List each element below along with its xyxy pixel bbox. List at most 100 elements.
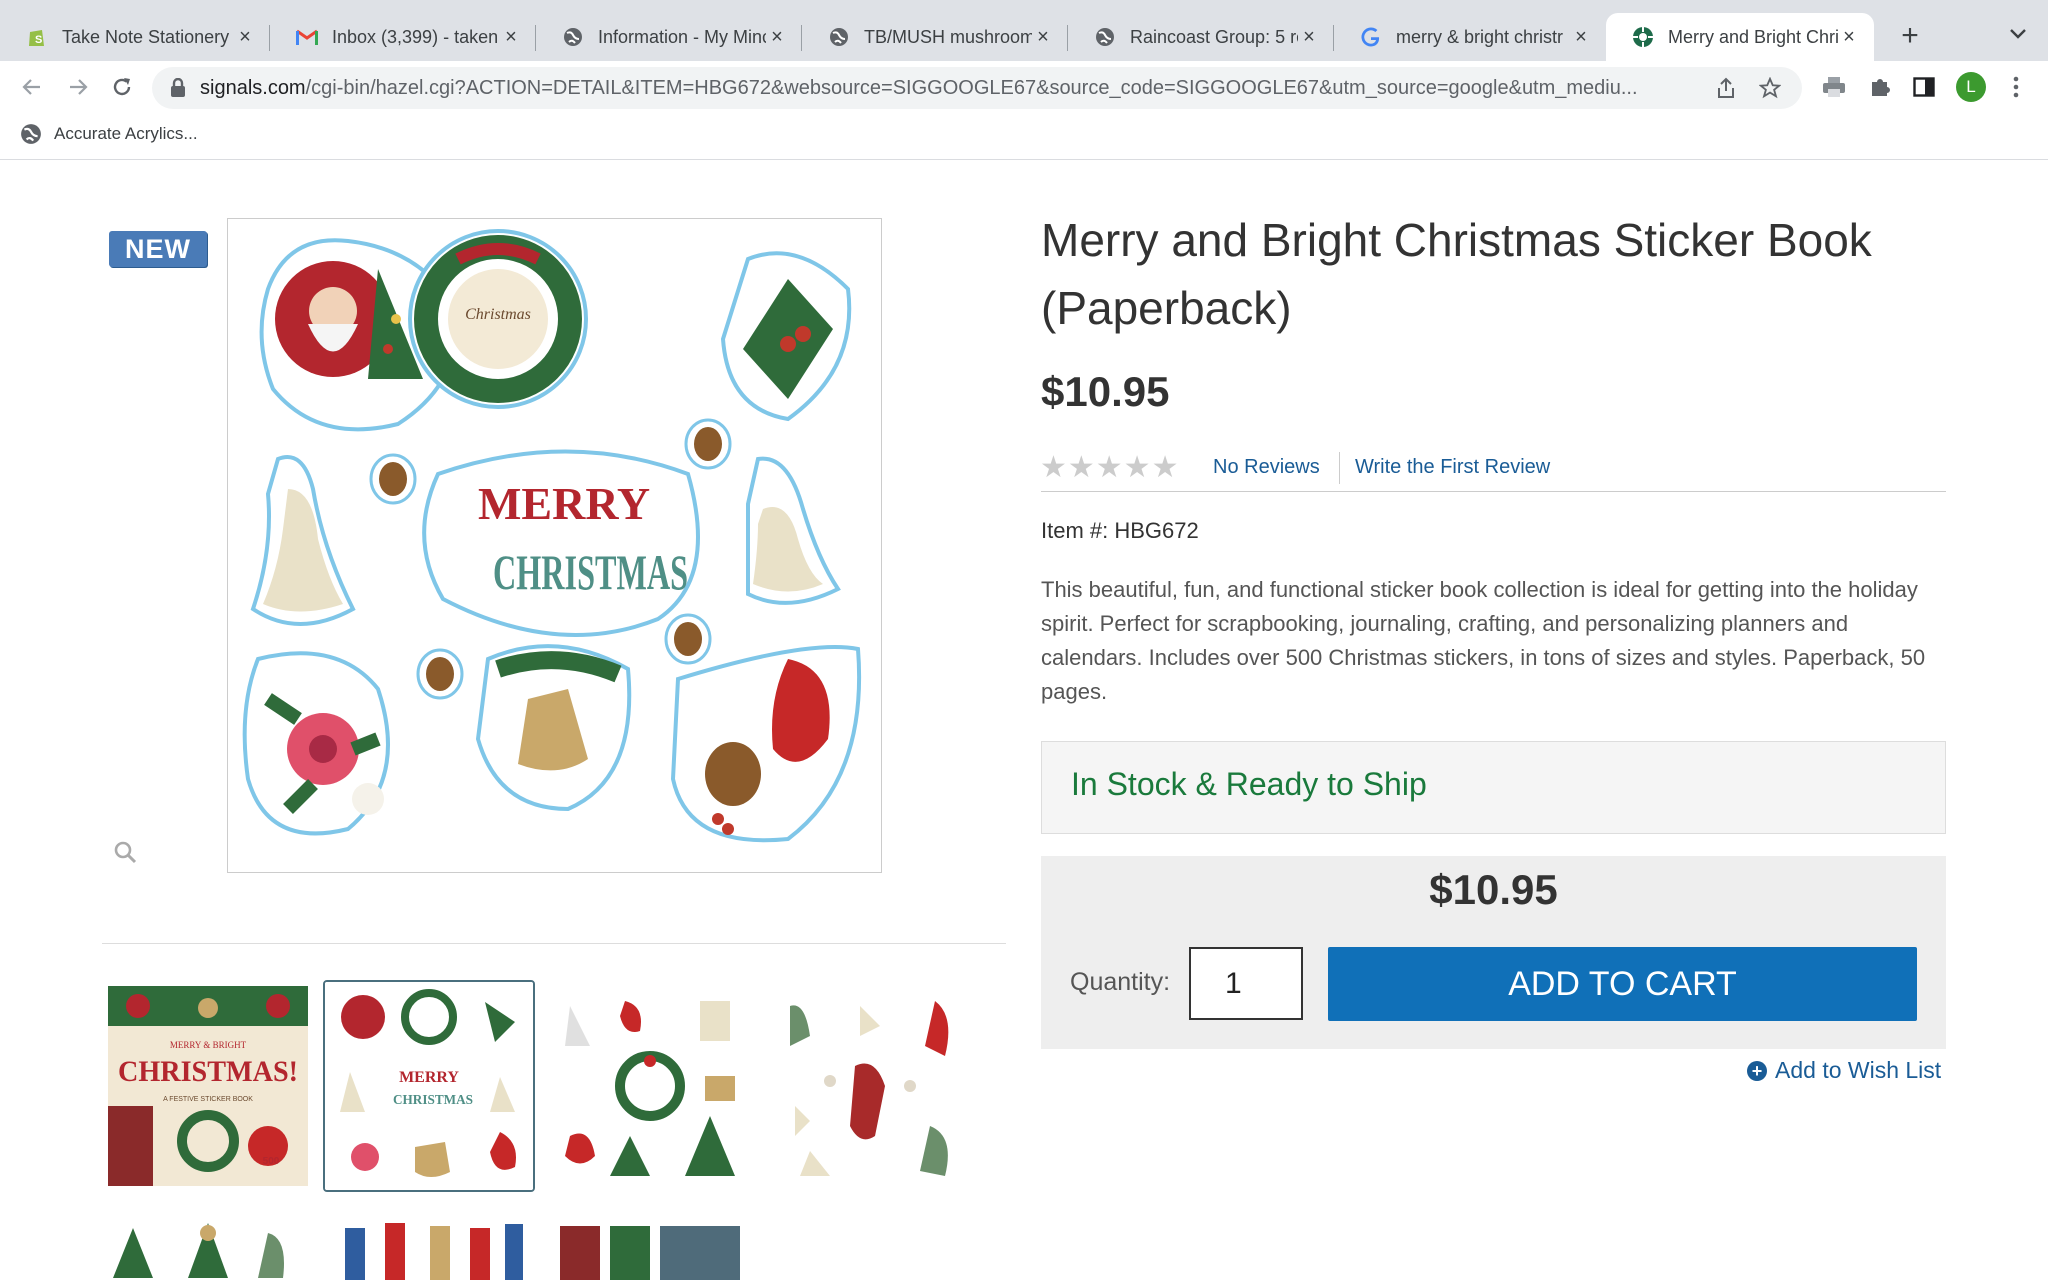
product-price: $10.95 [1041,368,1170,415]
signals-icon [1632,26,1654,48]
tab-title: merry & bright christr [1396,26,1564,47]
sticker-sheet-thumbnail: MERRY CHRISTMAS [325,982,533,1190]
browser-toolbar: signals.com/cgi-bin/hazel.cgi?ACTION=DET… [0,61,2048,113]
new-tab-button[interactable]: + [1892,16,1928,56]
rating-stars: ★★★★★ [1040,451,1180,484]
tab-strip: S Take Note Stationery × Inbox (3,399) -… [0,0,2048,61]
thumbnail-stickers-5[interactable] [330,1218,530,1280]
side-panel-icon[interactable] [1908,71,1940,103]
gmail-icon [296,26,318,48]
divider [1339,452,1340,484]
plus-circle-icon: + [1747,1060,1767,1081]
stock-status: In Stock & Ready to Ship [1071,766,1427,802]
globe-icon [562,26,584,48]
thumbnail-stickers-4[interactable] [108,1218,308,1280]
bookmark-star-icon[interactable] [1758,76,1782,100]
printer-extension-icon[interactable] [1818,71,1850,103]
add-to-cart-panel: $10.95 Quantity: ADD TO CART [1041,856,1946,1049]
google-icon [1360,26,1382,48]
add-to-wish-list-link[interactable]: + Add to Wish List [1747,1057,1941,1084]
arrow-left-icon [22,79,40,95]
lock-icon [171,78,185,97]
forward-button[interactable] [58,67,98,107]
close-icon[interactable]: × [234,26,256,49]
address-bar[interactable]: signals.com/cgi-bin/hazel.cgi?ACTION=DET… [152,67,1802,109]
close-icon[interactable]: × [1838,26,1860,49]
reload-icon [113,78,131,96]
svg-text:Christmas: Christmas [465,306,531,323]
tab-search-button[interactable] [2004,20,2032,52]
wish-list-label: Add to Wish List [1775,1057,1942,1083]
product-description: This beautiful, fun, and functional stic… [1041,577,1926,704]
zoom-icon[interactable] [113,840,139,866]
svg-text:MERRY: MERRY [399,1069,459,1086]
cart-price: $10.95 [1429,866,1558,913]
tab-title: TB/MUSH mushroom, [864,26,1032,47]
sticker-sheet-illustration: Christmas MERRY CHRISTMAS [242,229,862,843]
svg-text:CHRISTMAS: CHRISTMAS [393,1093,473,1108]
sticker-sheet-thumbnail [550,986,750,1186]
sticker-sheet-thumbnail [330,1218,530,1280]
bookmarks-bar: Accurate Acrylics... [0,113,2048,160]
shopify-icon: S [26,26,48,48]
svg-text:500: 500 [263,1156,280,1167]
write-review-link[interactable]: Write the First Review [1355,456,1550,479]
thumbnail-stickers-3[interactable] [770,986,970,1186]
tab-title: Raincoast Group: 5 re [1130,26,1298,47]
close-icon[interactable]: × [1570,26,1592,49]
tab-information[interactable]: Information - My Minc × [536,13,802,61]
sticker-sheet-thumbnail [550,1218,750,1280]
tab-take-note[interactable]: S Take Note Stationery × [0,13,270,61]
thumbnail-stickers-6[interactable] [550,1218,750,1280]
svg-text:MERRY: MERRY [478,478,650,529]
thumbnail-stickers-1[interactable]: MERRY CHRISTMAS [323,980,535,1192]
thumbnail-stickers-2[interactable] [550,986,750,1186]
globe-icon [828,26,850,48]
svg-text:A FESTIVE STICKER BOOK: A FESTIVE STICKER BOOK [163,1096,253,1103]
bookmark-label: Accurate Acrylics... [54,124,198,143]
share-icon[interactable] [1714,76,1738,100]
add-to-cart-button[interactable]: ADD TO CART [1328,947,1917,1021]
puzzle-extensions-icon[interactable] [1864,71,1896,103]
close-icon[interactable]: × [1032,26,1054,49]
tab-merry-bright[interactable]: Merry and Bright Chri × [1606,13,1874,61]
svg-text:S: S [35,34,42,46]
svg-text:CHRISTMAS!: CHRISTMAS! [118,1055,298,1088]
divider [1041,491,1946,492]
new-badge: NEW [109,231,207,267]
tab-inbox[interactable]: Inbox (3,399) - taken × [270,13,536,61]
globe-icon [1094,26,1116,48]
close-icon[interactable]: × [1298,26,1320,49]
sticker-sheet-thumbnail [770,986,970,1186]
product-title: Merry and Bright Christmas Sticker Book … [1041,214,1872,334]
tab-title: Inbox (3,399) - taken [332,26,499,47]
more-menu-icon[interactable] [2000,71,2032,103]
tab-title: Merry and Bright Chri [1668,26,1838,47]
tab-raincoast[interactable]: Raincoast Group: 5 re × [1068,13,1334,61]
svg-text:CHRISTMAS: CHRISTMAS [493,544,688,600]
back-button[interactable] [12,67,52,107]
profile-avatar[interactable]: L [1956,72,1986,102]
no-reviews-link[interactable]: No Reviews [1213,456,1320,479]
stock-status-box: In Stock & Ready to Ship [1041,741,1946,834]
quantity-input[interactable] [1189,947,1303,1020]
sticker-sheet-thumbnail [108,1218,308,1280]
reload-button[interactable] [102,67,142,107]
arrow-right-icon [70,79,88,95]
close-icon[interactable]: × [766,26,788,49]
book-cover-illustration: MERRY & BRIGHT CHRISTMAS! A FESTIVE STIC… [108,986,308,1186]
tab-title: Take Note Stationery [62,26,230,47]
globe-icon [21,124,41,144]
tab-title: Information - My Minc [598,26,766,47]
svg-text:MERRY & BRIGHT: MERRY & BRIGHT [170,1040,247,1050]
tab-google-search[interactable]: merry & bright christr × [1334,13,1606,61]
close-icon[interactable]: × [500,26,522,49]
url-text: signals.com/cgi-bin/hazel.cgi?ACTION=DET… [200,76,1638,99]
divider [102,943,1006,944]
tab-mushroom[interactable]: TB/MUSH mushroom, × [802,13,1068,61]
bookmark-accurate-acrylics[interactable]: Accurate Acrylics... [20,123,198,145]
chevron-down-icon [2010,29,2026,39]
quantity-label: Quantity: [1070,968,1171,996]
product-main-image[interactable]: Christmas MERRY CHRISTMAS [227,218,882,873]
thumbnail-cover[interactable]: MERRY & BRIGHT CHRISTMAS! A FESTIVE STIC… [108,986,308,1186]
